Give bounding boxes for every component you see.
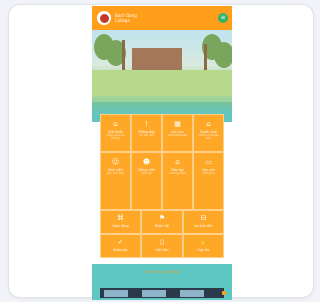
tile-xe-dua-don[interactable]: ⊟ Xe đưa đón xyxy=(183,210,224,234)
mobile-page-preview: Bach Dang College ≡ ⌂ Giới thiệu Tổng qu… xyxy=(92,6,232,300)
tile-lich-hoc[interactable]: ▦ Lịch học Thời khóa biểu xyxy=(162,114,193,152)
gallery-thumb[interactable] xyxy=(104,290,128,297)
gallery-title: Hình ảnh hoạt động xyxy=(145,270,179,274)
tile-sinh-vien[interactable]: ☺ Sinh viên Góc sinh viên xyxy=(100,152,131,210)
tile-hop-tac[interactable]: ✋ Hợp tác xyxy=(183,234,224,258)
hero-image xyxy=(92,30,232,122)
tile-dao-tao[interactable]: ⌂ Đào tạo Chương trình xyxy=(162,152,193,210)
home-icon: ⌂ xyxy=(175,158,180,166)
tile-gioi-thieu[interactable]: ⌂ Giới thiệu Tổng quan về trường xyxy=(100,114,131,152)
flag-icon: ⚑ xyxy=(158,214,166,222)
brand-name[interactable]: Bach Dang College xyxy=(115,13,137,23)
gallery-thumb[interactable] xyxy=(142,290,166,297)
top-bar: Bach Dang College ≡ xyxy=(92,6,232,30)
gallery-thumb[interactable] xyxy=(180,290,204,297)
tile-giang-vien[interactable]: ☻ Giảng viên Đội ngũ xyxy=(131,152,162,210)
campus-building xyxy=(132,48,182,70)
tile-khao-sat[interactable]: ✓ Khảo sát xyxy=(100,234,141,258)
gift-icon: ⌘ xyxy=(117,214,124,222)
tile-hoc-phi[interactable]: ▭ Học phí Thông tin xyxy=(193,152,224,210)
tile-doan-hoi[interactable]: ⚑ Đoàn hội xyxy=(141,210,183,234)
group-icon: ☻ xyxy=(142,158,151,166)
gallery-section: Hình ảnh hoạt động xyxy=(92,264,232,300)
menu-icon[interactable]: ≡ xyxy=(218,13,228,23)
bank-icon: ⌂ xyxy=(113,120,118,128)
tile-thong-bao[interactable]: ! Thông báo Tin tức mới xyxy=(131,114,162,152)
tile-van-ban[interactable]: ▯ Văn bản xyxy=(141,234,183,258)
document-icon: ▯ xyxy=(160,238,164,246)
bus-icon: ⊟ xyxy=(200,214,207,222)
tile-tuyen-sinh[interactable]: ⌂ Tuyển sinh Thông tin tuyển sinh xyxy=(193,114,224,152)
tile-hoat-dong[interactable]: ⌘ Hoạt động xyxy=(100,210,141,234)
brand-line-2: College xyxy=(115,18,130,23)
thumbs-up-icon: ✓ xyxy=(117,238,124,246)
calendar-icon: ▦ xyxy=(174,120,181,128)
card-icon: ▭ xyxy=(205,158,212,166)
school-logo[interactable] xyxy=(97,11,111,25)
info-icon: ! xyxy=(145,120,148,128)
people-icon: ☺ xyxy=(111,158,120,166)
scroll-top-button[interactable] xyxy=(222,291,226,295)
handshake-icon: ✋ xyxy=(199,238,208,246)
school-icon: ⌂ xyxy=(206,120,211,128)
